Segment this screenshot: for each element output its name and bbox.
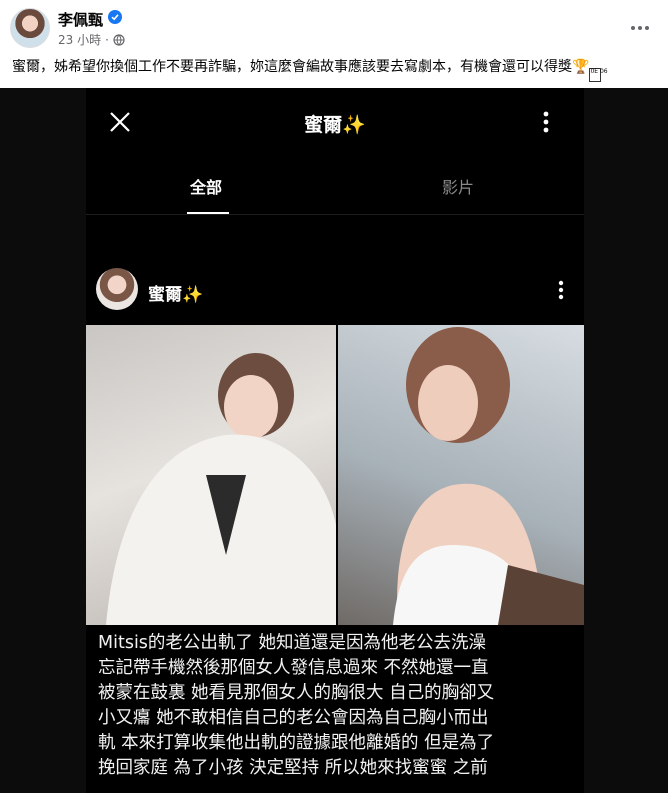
tab-video: 影片: [442, 178, 475, 197]
post-more-icon: [554, 278, 568, 302]
globe-icon: [113, 33, 125, 46]
post-time[interactable]: 23 小時: [58, 31, 101, 48]
post-author-name: 蜜爾✨: [148, 285, 204, 305]
post-author-avatar: [96, 268, 138, 310]
post-meta: 23 小時 ·: [58, 31, 125, 48]
sparkle-icon: ✨: [342, 114, 366, 136]
embedded-screenshot[interactable]: 蜜爾✨ 全部 影片 蜜爾✨ Mitsis的老公出軌了 她知道還是因為他老公去洗澡…: [0, 88, 668, 793]
caption-text: 蜜爾，姊希望你換個工作不要再詐騙，妳這麼會編故事應該要去寫劇本，有機會還可以得獎: [12, 59, 572, 75]
tab-divider: [86, 214, 584, 215]
avatar[interactable]: [10, 8, 50, 48]
post-caption: 蜜爾，姊希望你換個工作不要再詐騙，妳這麼會編故事應該要去寫劇本，有機會還可以得獎…: [12, 58, 662, 82]
photo-right: [338, 325, 584, 625]
screenshot-content: 蜜爾✨ 全部 影片 蜜爾✨ Mitsis的老公出軌了 她知道還是因為他老公去洗澡…: [86, 88, 584, 793]
trophy-icon: 🏆: [572, 59, 590, 75]
more-options-button[interactable]: [626, 14, 654, 42]
unknown-glyph-box: 0E 06: [589, 68, 608, 82]
sparkle-icon: ✨: [182, 285, 204, 305]
story-line: 小又癟 她不敢相信自己的老公會因為自己胸小而出: [98, 708, 489, 728]
ellipsis-icon: [631, 26, 649, 30]
tab-all: 全部: [190, 178, 223, 197]
photo-left: [86, 325, 336, 625]
verified-badge-icon: [108, 10, 122, 24]
story-line: 軌 本來打算收集他出軌的證據跟他離婚的 但是為了: [98, 733, 495, 753]
story-line: Mitsis的老公出軌了 她知道還是因為他老公去洗澡: [98, 633, 486, 653]
story-line: 忘記帶手機然後那個女人發信息過來 不然她還一直: [98, 658, 489, 678]
story-line: 挽回家庭 為了小孩 決定堅持 所以她來找蜜蜜 之前: [98, 758, 488, 778]
post-header: 李佩甄 23 小時 ·: [0, 0, 668, 56]
story-line: 被蒙在鼓裏 她看見那個女人的胸很大 自己的胸卻又: [98, 683, 495, 703]
story-text: Mitsis的老公出軌了 她知道還是因為他老公去洗澡 忘記帶手機然後那個女人發信…: [98, 631, 574, 781]
vertical-ellipsis-icon: [534, 110, 558, 134]
author-name[interactable]: 李佩甄: [58, 9, 103, 30]
profile-title: 蜜爾✨: [304, 114, 366, 136]
